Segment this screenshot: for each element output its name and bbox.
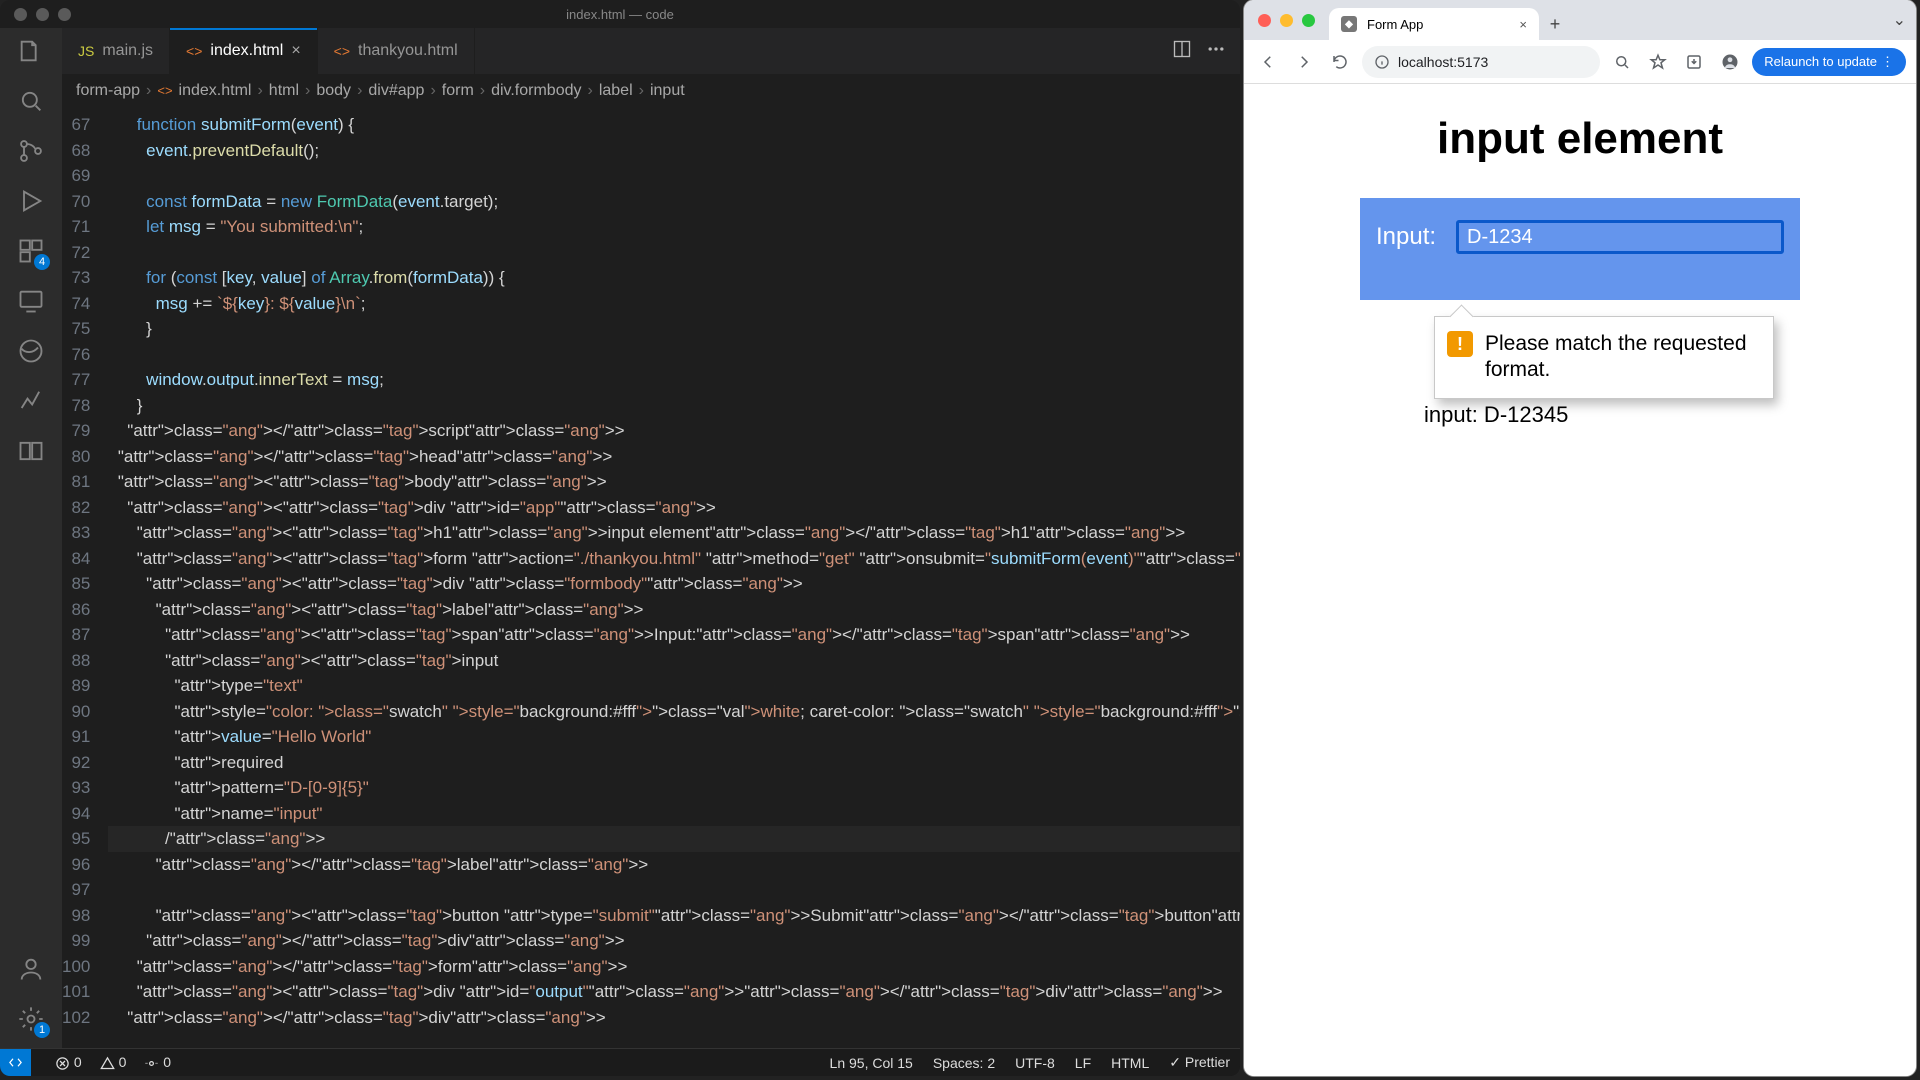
chrome-traffic-lights — [1244, 14, 1329, 27]
source-control-icon[interactable] — [16, 136, 46, 166]
warning-icon: ! — [1447, 331, 1473, 357]
tab-label: thankyou.html — [358, 42, 458, 60]
vscode-traffic-lights — [0, 8, 85, 21]
close-tab-icon[interactable]: × — [291, 42, 300, 60]
html-file-icon: <> — [157, 83, 172, 98]
js-file-icon: JS — [78, 43, 94, 59]
code-editor[interactable]: 6768697071727374757677787980818283848586… — [62, 108, 1240, 1048]
status-cursor[interactable]: Ln 95, Col 15 — [830, 1055, 913, 1071]
accounts-icon[interactable] — [16, 954, 46, 984]
breadcrumb-item[interactable]: html — [269, 82, 299, 100]
split-editor-icon[interactable] — [1172, 39, 1192, 64]
vscode-window: index.html — code 4 1 JS main.js — [0, 0, 1240, 1076]
status-warnings[interactable]: 0 — [100, 1054, 127, 1071]
page-title: input element — [1437, 114, 1723, 164]
new-tab-button[interactable]: + — [1539, 8, 1571, 40]
settings-gear-icon[interactable]: 1 — [16, 1004, 46, 1034]
tab-main-js[interactable]: JS main.js — [62, 28, 170, 74]
validation-message: Please match the requested format. — [1485, 331, 1757, 384]
status-eol[interactable]: LF — [1075, 1055, 1091, 1071]
profile-icon[interactable] — [1716, 48, 1744, 76]
minimize-window-icon[interactable] — [36, 8, 49, 21]
tab-label: main.js — [102, 42, 153, 60]
site-info-icon[interactable] — [1374, 54, 1390, 70]
containers-icon[interactable] — [16, 436, 46, 466]
line-number-gutter: 6768697071727374757677787980818283848586… — [62, 108, 108, 1034]
status-bar: 0 0 0 Ln 95, Col 15 Spaces: 2 UTF-8 LF H… — [0, 1048, 1240, 1076]
status-ports[interactable]: 0 — [144, 1054, 171, 1071]
status-errors[interactable]: 0 — [55, 1054, 82, 1071]
breadcrumb-item[interactable]: form-app — [76, 82, 140, 100]
remote-explorer-icon[interactable] — [16, 286, 46, 316]
status-formatter[interactable]: ✓ Prettier — [1169, 1054, 1230, 1071]
status-spaces[interactable]: Spaces: 2 — [933, 1055, 995, 1071]
page-content: input element Input: ! Please match the … — [1244, 84, 1916, 1076]
form-body: Input: — [1360, 198, 1800, 300]
back-button[interactable] — [1254, 48, 1282, 76]
edge-tools-icon[interactable] — [16, 336, 46, 366]
zoom-icon[interactable] — [1608, 48, 1636, 76]
status-encoding[interactable]: UTF-8 — [1015, 1055, 1055, 1071]
graph-icon[interactable] — [16, 386, 46, 416]
browser-tab[interactable]: ◆ Form App × — [1329, 8, 1539, 40]
tab-thankyou-html[interactable]: <> thankyou.html — [318, 28, 475, 74]
bookmark-icon[interactable] — [1644, 48, 1672, 76]
pattern-input[interactable] — [1456, 220, 1784, 254]
chrome-toolbar: localhost:5173 Relaunch to update ⋮ — [1244, 40, 1916, 84]
close-window-icon[interactable] — [1258, 14, 1271, 27]
chrome-window: ◆ Form App × + ⌄ localhost:5173 Relaunch… — [1244, 0, 1916, 1076]
editor-tabs: JS main.js <> index.html × <> thankyou.h… — [62, 28, 1240, 74]
url-text: localhost:5173 — [1398, 54, 1488, 70]
editor-area: JS main.js <> index.html × <> thankyou.h… — [62, 28, 1240, 1048]
search-icon[interactable] — [16, 86, 46, 116]
breadcrumb-item[interactable]: div.formbody — [491, 82, 581, 100]
forward-button[interactable] — [1290, 48, 1318, 76]
breadcrumb-item[interactable]: label — [599, 82, 633, 100]
settings-badge: 1 — [34, 1022, 50, 1038]
close-window-icon[interactable] — [14, 8, 27, 21]
browser-tab-title: Form App — [1367, 17, 1423, 32]
validation-tooltip: ! Please match the requested format. — [1434, 316, 1774, 399]
reload-button[interactable] — [1326, 48, 1354, 76]
tab-overflow-icon[interactable]: ⌄ — [1883, 10, 1916, 30]
extensions-badge: 4 — [34, 254, 50, 270]
explorer-icon[interactable] — [16, 36, 46, 66]
install-app-icon[interactable] — [1680, 48, 1708, 76]
relaunch-button[interactable]: Relaunch to update ⋮ — [1752, 48, 1906, 76]
favicon-icon: ◆ — [1341, 16, 1357, 32]
breadcrumb-item[interactable]: body — [316, 82, 351, 100]
breadcrumb-item[interactable]: index.html — [179, 82, 252, 100]
breadcrumb-item[interactable]: input — [650, 82, 685, 100]
tab-label: index.html — [210, 42, 283, 60]
input-label: Input: — [1376, 223, 1436, 251]
editor-actions — [1158, 28, 1240, 74]
vscode-window-title: index.html — code — [566, 7, 674, 22]
more-actions-icon[interactable] — [1206, 39, 1226, 64]
tab-index-html[interactable]: <> index.html × — [170, 28, 318, 74]
run-debug-icon[interactable] — [16, 186, 46, 216]
vscode-titlebar: index.html — code — [0, 0, 1240, 28]
activity-bar: 4 1 — [0, 28, 62, 1048]
output-text: input: D-12345 — [1424, 402, 1568, 428]
html-file-icon: <> — [334, 43, 350, 59]
extensions-icon[interactable]: 4 — [16, 236, 46, 266]
breadcrumb-item[interactable]: div#app — [368, 82, 424, 100]
close-tab-icon[interactable]: × — [1519, 17, 1527, 32]
zoom-window-icon[interactable] — [1302, 14, 1315, 27]
chrome-tabstrip: ◆ Form App × + ⌄ — [1244, 0, 1916, 40]
zoom-window-icon[interactable] — [58, 8, 71, 21]
address-bar[interactable]: localhost:5173 — [1362, 46, 1600, 78]
minimize-window-icon[interactable] — [1280, 14, 1293, 27]
breadcrumb-item[interactable]: form — [442, 82, 474, 100]
breadcrumb[interactable]: form-app› <> index.html› html› body› div… — [62, 74, 1240, 108]
remote-indicator[interactable] — [0, 1049, 31, 1076]
code-content[interactable]: function submitForm(event) { event.preve… — [108, 108, 1240, 1034]
status-language[interactable]: HTML — [1111, 1055, 1149, 1071]
html-file-icon: <> — [186, 43, 202, 59]
